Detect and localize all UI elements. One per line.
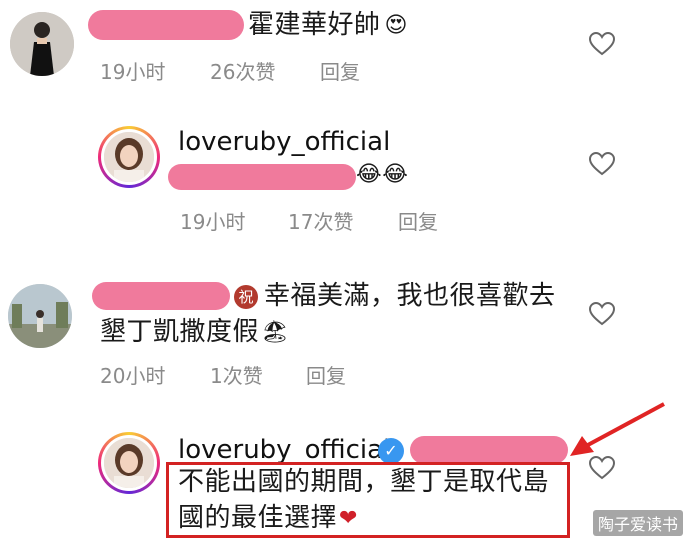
- username[interactable]: loveruby_official: [178, 127, 390, 157]
- heart-eyes-emoji: 😍: [384, 12, 408, 38]
- username[interactable]: loveruby_official: [178, 435, 390, 465]
- avatar[interactable]: [8, 284, 72, 348]
- reply-button[interactable]: 回复: [320, 56, 360, 85]
- avatar-image: [8, 284, 72, 348]
- comment-text-line2: 國的最佳選擇❤: [178, 503, 358, 533]
- red-heart-emoji: ❤: [339, 505, 358, 531]
- redacted-username: [88, 10, 244, 40]
- avatar-story-ring[interactable]: [98, 432, 160, 494]
- redacted-mention: [168, 164, 356, 190]
- beach-umbrella-emoji: 🏖: [261, 319, 290, 345]
- like-heart-icon[interactable]: [589, 152, 615, 176]
- like-heart-icon[interactable]: [589, 302, 615, 326]
- avatar-image: [10, 12, 74, 76]
- avatar-image: [104, 132, 154, 182]
- avatar[interactable]: [10, 12, 74, 76]
- reply-button[interactable]: 回复: [306, 360, 346, 389]
- comment-text: 霍建華好帥 😍: [248, 10, 408, 40]
- watermark: 陶子爱读书: [592, 510, 683, 536]
- verified-badge-icon: ✓: [378, 438, 404, 464]
- comment-time: 19小时: [180, 210, 246, 234]
- comment-text: 😂😂: [356, 158, 408, 191]
- avatar-image: [104, 438, 154, 488]
- comment-time: 19小时: [100, 60, 166, 84]
- like-count[interactable]: 17次赞: [288, 206, 353, 235]
- like-count[interactable]: 1次赞: [210, 360, 263, 389]
- laughing-emoji: 😂😂: [356, 161, 409, 187]
- like-count[interactable]: 26次赞: [210, 56, 275, 85]
- comment-text-line1: 不能出國的期間，墾丁是取代島: [178, 467, 550, 497]
- avatar: [104, 438, 154, 488]
- comment-time: 20小时: [100, 364, 166, 388]
- avatar-story-ring[interactable]: [98, 126, 160, 188]
- avatar: [104, 132, 154, 182]
- reply-button[interactable]: 回复: [398, 206, 438, 235]
- redacted-username: [92, 282, 230, 310]
- annotation-arrow-icon: [570, 402, 665, 456]
- comment-text-line1: 幸福美滿，我也很喜歡去: [264, 281, 556, 311]
- redacted-mention: [410, 436, 568, 464]
- like-heart-icon[interactable]: [589, 32, 615, 56]
- comment-text-line2: 墾丁凱撒度假🏖: [100, 317, 290, 347]
- badge-icon: 祝: [234, 285, 258, 309]
